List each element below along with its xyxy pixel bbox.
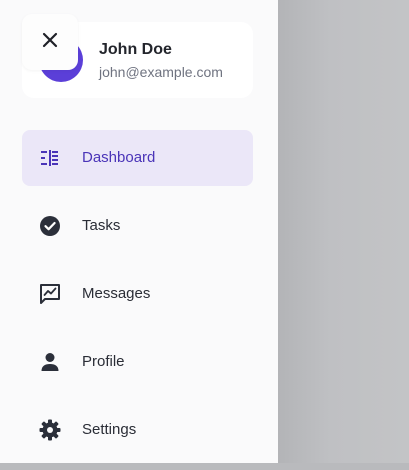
sidebar-nav: Dashboard Tasks Messages Profile Setting… (22, 130, 253, 470)
sidebar-item-label: Settings (82, 421, 137, 438)
sidebar-item-label: Tasks (82, 217, 121, 234)
gear-icon (39, 419, 61, 441)
sidebar-item-tasks[interactable]: Tasks (22, 198, 253, 254)
close-button[interactable] (22, 14, 78, 70)
close-icon (42, 32, 58, 53)
user-name: John Doe (99, 41, 172, 58)
sidebar-item-settings[interactable]: Settings (22, 402, 253, 458)
sidebar-item-messages[interactable]: Messages (22, 266, 253, 322)
user-email: john@example.com (99, 64, 223, 80)
person-icon (39, 351, 61, 373)
sidebar-item-label: Dashboard (82, 149, 156, 166)
sidebar-item-label: Messages (82, 285, 151, 302)
navigation-drawer: JD John Doe john@example.com (0, 0, 278, 463)
sidebar-item-label: Profile (82, 353, 125, 370)
sidebar-item-dashboard[interactable]: Dashboard (22, 130, 253, 186)
chart-message-icon (39, 283, 61, 305)
sidebar-item-profile[interactable]: Profile (22, 334, 253, 390)
dashboard-icon (39, 147, 61, 169)
check-circle-icon (39, 215, 61, 237)
overlay-backdrop[interactable] (278, 0, 409, 463)
